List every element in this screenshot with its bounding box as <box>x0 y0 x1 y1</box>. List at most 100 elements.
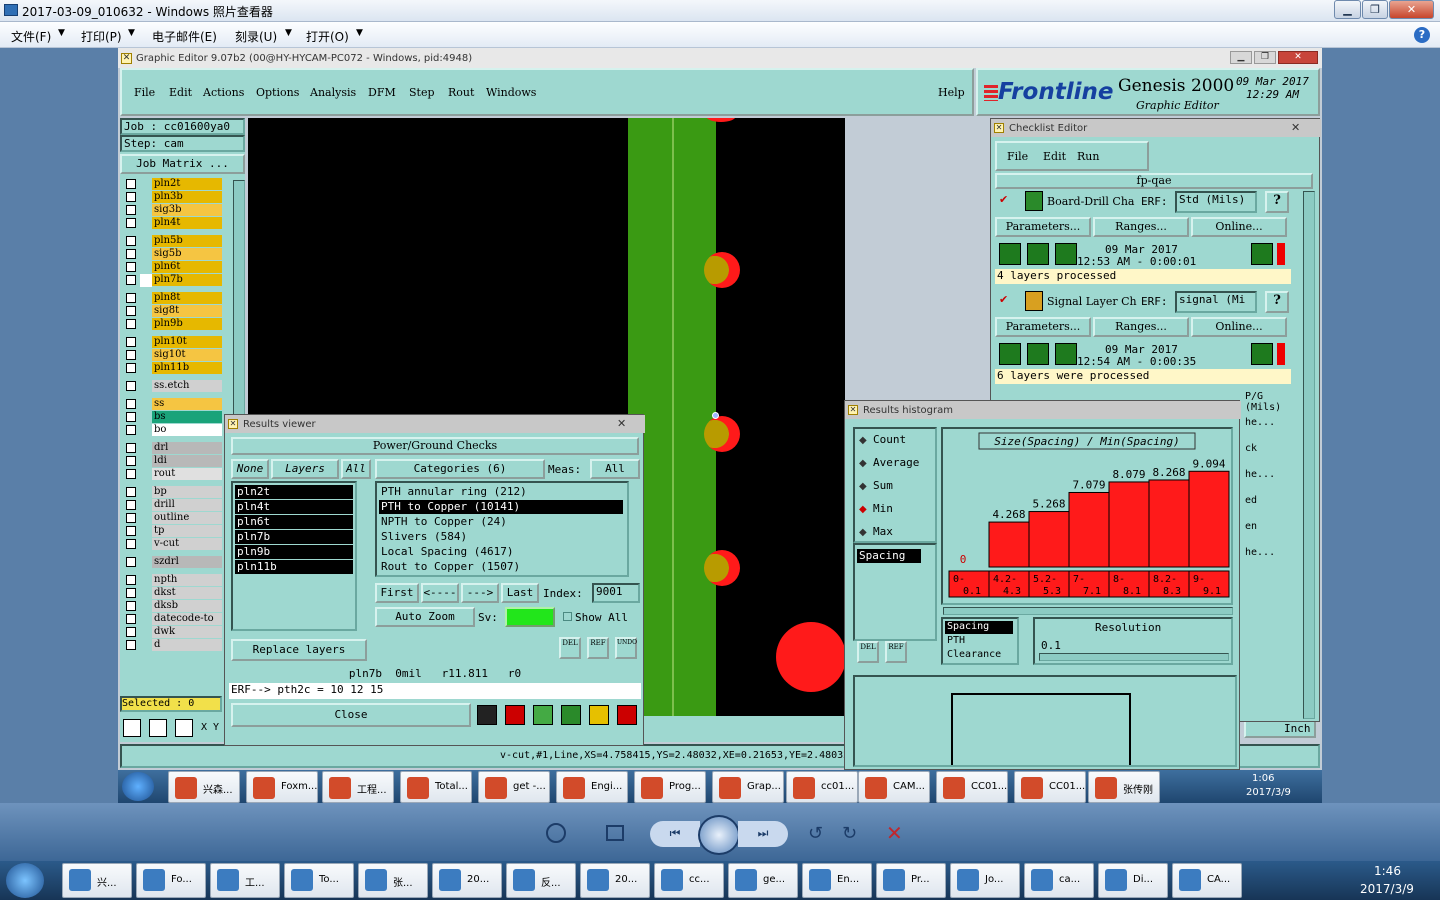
histogram-bar[interactable] <box>988 521 1030 568</box>
menu-edit[interactable]: Edit <box>1043 150 1066 163</box>
menu-dfm[interactable]: DFM <box>368 86 396 99</box>
taskbar-button[interactable]: CAM... <box>858 771 930 803</box>
layer-checkbox[interactable] <box>126 350 136 360</box>
layer-checkbox[interactable] <box>126 469 136 479</box>
layer-row[interactable]: drill <box>120 499 232 512</box>
layer-row[interactable]: sig5b <box>120 248 232 261</box>
zoom-icon[interactable] <box>1251 243 1273 265</box>
taskbar-button[interactable]: 工程... <box>322 771 394 803</box>
parameters-button[interactable]: Parameters... <box>995 217 1091 237</box>
menu-actions[interactable]: Actions <box>203 86 244 99</box>
radio-icon[interactable]: ◆ <box>859 458 867 469</box>
layer-row[interactable]: pln9b <box>120 318 232 331</box>
layer-checkbox[interactable] <box>126 425 136 435</box>
show-all-checkbox[interactable] <box>563 612 572 621</box>
layer-checkbox[interactable] <box>126 443 136 453</box>
maximize-button[interactable]: ❐ <box>1362 0 1388 19</box>
zoom-icon[interactable] <box>1251 343 1273 365</box>
sv-select[interactable] <box>505 607 555 627</box>
layer-checkbox[interactable] <box>126 262 136 272</box>
layer-row[interactable]: pln3b <box>120 191 232 204</box>
layer-checkbox[interactable] <box>126 456 136 466</box>
menu-file[interactable]: File <box>134 86 155 99</box>
del-button[interactable]: DEL <box>559 637 581 659</box>
layer-checkbox[interactable] <box>126 640 136 650</box>
menu-email[interactable]: 电子邮件(E) <box>152 28 217 45</box>
layer-checkbox[interactable] <box>126 601 136 611</box>
genesis-close-button[interactable]: ✕ <box>1278 51 1318 64</box>
taskbar-button[interactable]: Total... <box>400 771 472 803</box>
layer-checkbox[interactable] <box>126 337 136 347</box>
menu-windows[interactable]: Windows <box>486 86 536 99</box>
start-button[interactable] <box>6 863 44 898</box>
info-icon[interactable] <box>477 705 497 725</box>
delete-icon[interactable]: ✕ <box>886 821 903 845</box>
layer-checkbox[interactable] <box>126 526 136 536</box>
layer-checkbox[interactable] <box>126 539 136 549</box>
stop-icon[interactable] <box>1055 243 1077 265</box>
layer-row[interactable]: tp <box>120 525 232 538</box>
erf-field[interactable]: signal (Mi <box>1175 291 1257 313</box>
menu-file[interactable]: File <box>1007 150 1028 163</box>
menu-print[interactable]: 打印(P) <box>81 28 122 45</box>
taskbar-button[interactable]: Prog... <box>634 771 706 803</box>
taskbar-button[interactable]: get -... <box>478 771 550 803</box>
via-pad[interactable] <box>704 416 740 452</box>
menu-options[interactable]: Options <box>256 86 299 99</box>
run-icon[interactable] <box>999 243 1021 265</box>
category-item[interactable]: Local Spacing (4617) <box>379 545 623 559</box>
histogram-bar[interactable] <box>1068 491 1110 568</box>
last-button[interactable]: Last <box>501 583 539 603</box>
histogram-bar[interactable] <box>1148 479 1190 568</box>
parameters-button[interactable]: Parameters... <box>995 317 1091 337</box>
run-all-icon[interactable] <box>1027 343 1049 365</box>
slideshow-button[interactable] <box>698 815 740 855</box>
report-icon[interactable] <box>589 705 609 725</box>
layer-checkbox[interactable] <box>126 236 136 246</box>
layer-row[interactable]: bo <box>120 424 232 437</box>
layer-checkbox[interactable] <box>126 363 136 373</box>
auto-zoom-select[interactable]: Auto Zoom <box>375 607 475 627</box>
ref-button[interactable]: REF <box>587 637 609 659</box>
erase-icon[interactable] <box>533 705 553 725</box>
taskbar-button[interactable]: 张... <box>358 863 428 898</box>
step-icon[interactable] <box>561 705 581 725</box>
layer-checkbox[interactable] <box>126 218 136 228</box>
stop-icon[interactable] <box>505 705 525 725</box>
list-item[interactable]: pln4t <box>235 500 353 514</box>
via-pad[interactable] <box>776 622 845 692</box>
layer-checkbox[interactable] <box>126 627 136 637</box>
fit-window-icon[interactable] <box>606 825 624 841</box>
units-select[interactable]: Inch <box>1244 720 1316 738</box>
hist-ref-button[interactable]: REF <box>885 641 907 663</box>
start-button[interactable] <box>122 772 154 801</box>
layer-row[interactable]: pln6t <box>120 261 232 274</box>
replace-layers-button[interactable]: Replace layers <box>231 639 367 661</box>
layer-row[interactable]: sig8t <box>120 305 232 318</box>
layer-checkbox[interactable] <box>126 179 136 189</box>
all-layers-button[interactable]: All <box>341 459 371 479</box>
category-item[interactable]: Rout to Copper (1507) <box>379 560 623 574</box>
layer-row[interactable]: pln11b <box>120 362 232 375</box>
close-button[interactable]: ✕ <box>1389 0 1434 19</box>
layer-checkbox[interactable] <box>126 306 136 316</box>
none-button[interactable]: None <box>231 459 269 479</box>
via-pad[interactable] <box>704 252 740 288</box>
layer-row[interactable]: szdrl <box>120 556 232 569</box>
radio-icon[interactable]: ◆ <box>859 481 867 492</box>
menu-help[interactable]: Help <box>938 86 965 99</box>
layer-row[interactable]: npth <box>120 574 232 587</box>
taskbar-button[interactable]: ca... <box>1024 863 1094 898</box>
hist-del-button[interactable]: DEL <box>857 641 879 663</box>
taskbar-button[interactable]: Foxm... <box>246 771 318 803</box>
layer-checkbox[interactable] <box>126 412 136 422</box>
list-item[interactable]: Clearance <box>945 649 1013 662</box>
layer-checkbox[interactable] <box>126 192 136 202</box>
run-icon[interactable] <box>999 343 1021 365</box>
layer-checkbox[interactable] <box>126 275 136 285</box>
list-item[interactable]: pln7b <box>235 530 353 544</box>
menu-edit[interactable]: Edit <box>169 86 192 99</box>
genesis-minimize-button[interactable]: ▁ <box>1230 51 1252 64</box>
layer-row[interactable]: drl <box>120 442 232 455</box>
layer-row[interactable]: datecode-to <box>120 613 232 626</box>
